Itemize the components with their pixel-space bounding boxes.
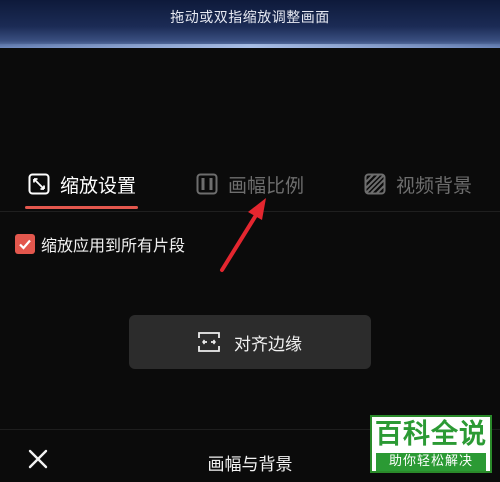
align-edges-label: 对齐边缘 <box>234 334 302 355</box>
tab-bar: 缩放设置 画幅比例 视频背景 <box>0 166 500 212</box>
zoom-icon <box>28 173 50 195</box>
apply-all-label: 缩放应用到所有片段 <box>41 236 186 255</box>
watermark-logo: 百科全说 助你轻松解决 <box>370 415 492 473</box>
apply-all-checkbox[interactable] <box>15 234 35 254</box>
active-tab-indicator <box>25 206 138 209</box>
aspect-ratio-icon <box>196 173 218 195</box>
watermark-title: 百科全说 <box>375 419 487 450</box>
tab-video-background[interactable]: 视频背景 <box>364 166 472 202</box>
tab-divider <box>0 211 500 212</box>
tab-zoom-settings[interactable]: 缩放设置 <box>28 166 136 202</box>
preview-hint: 拖动或双指缩放调整画面 <box>170 10 330 26</box>
watermark-subtitle: 助你轻松解决 <box>376 453 486 471</box>
background-icon <box>364 173 386 195</box>
tab-aspect-ratio[interactable]: 画幅比例 <box>196 166 304 202</box>
apply-all-option[interactable]: 缩放应用到所有片段 <box>15 232 185 256</box>
tab-zoom-settings-label: 缩放设置 <box>60 174 137 197</box>
align-edges-button[interactable]: 对齐边缘 <box>129 315 371 369</box>
checkmark-icon <box>19 239 31 250</box>
video-preview[interactable]: 拖动或双指缩放调整画面 <box>0 0 500 48</box>
tab-aspect-ratio-label: 画幅比例 <box>228 174 305 197</box>
align-edges-icon <box>198 332 220 352</box>
tab-video-background-label: 视频背景 <box>396 174 473 197</box>
